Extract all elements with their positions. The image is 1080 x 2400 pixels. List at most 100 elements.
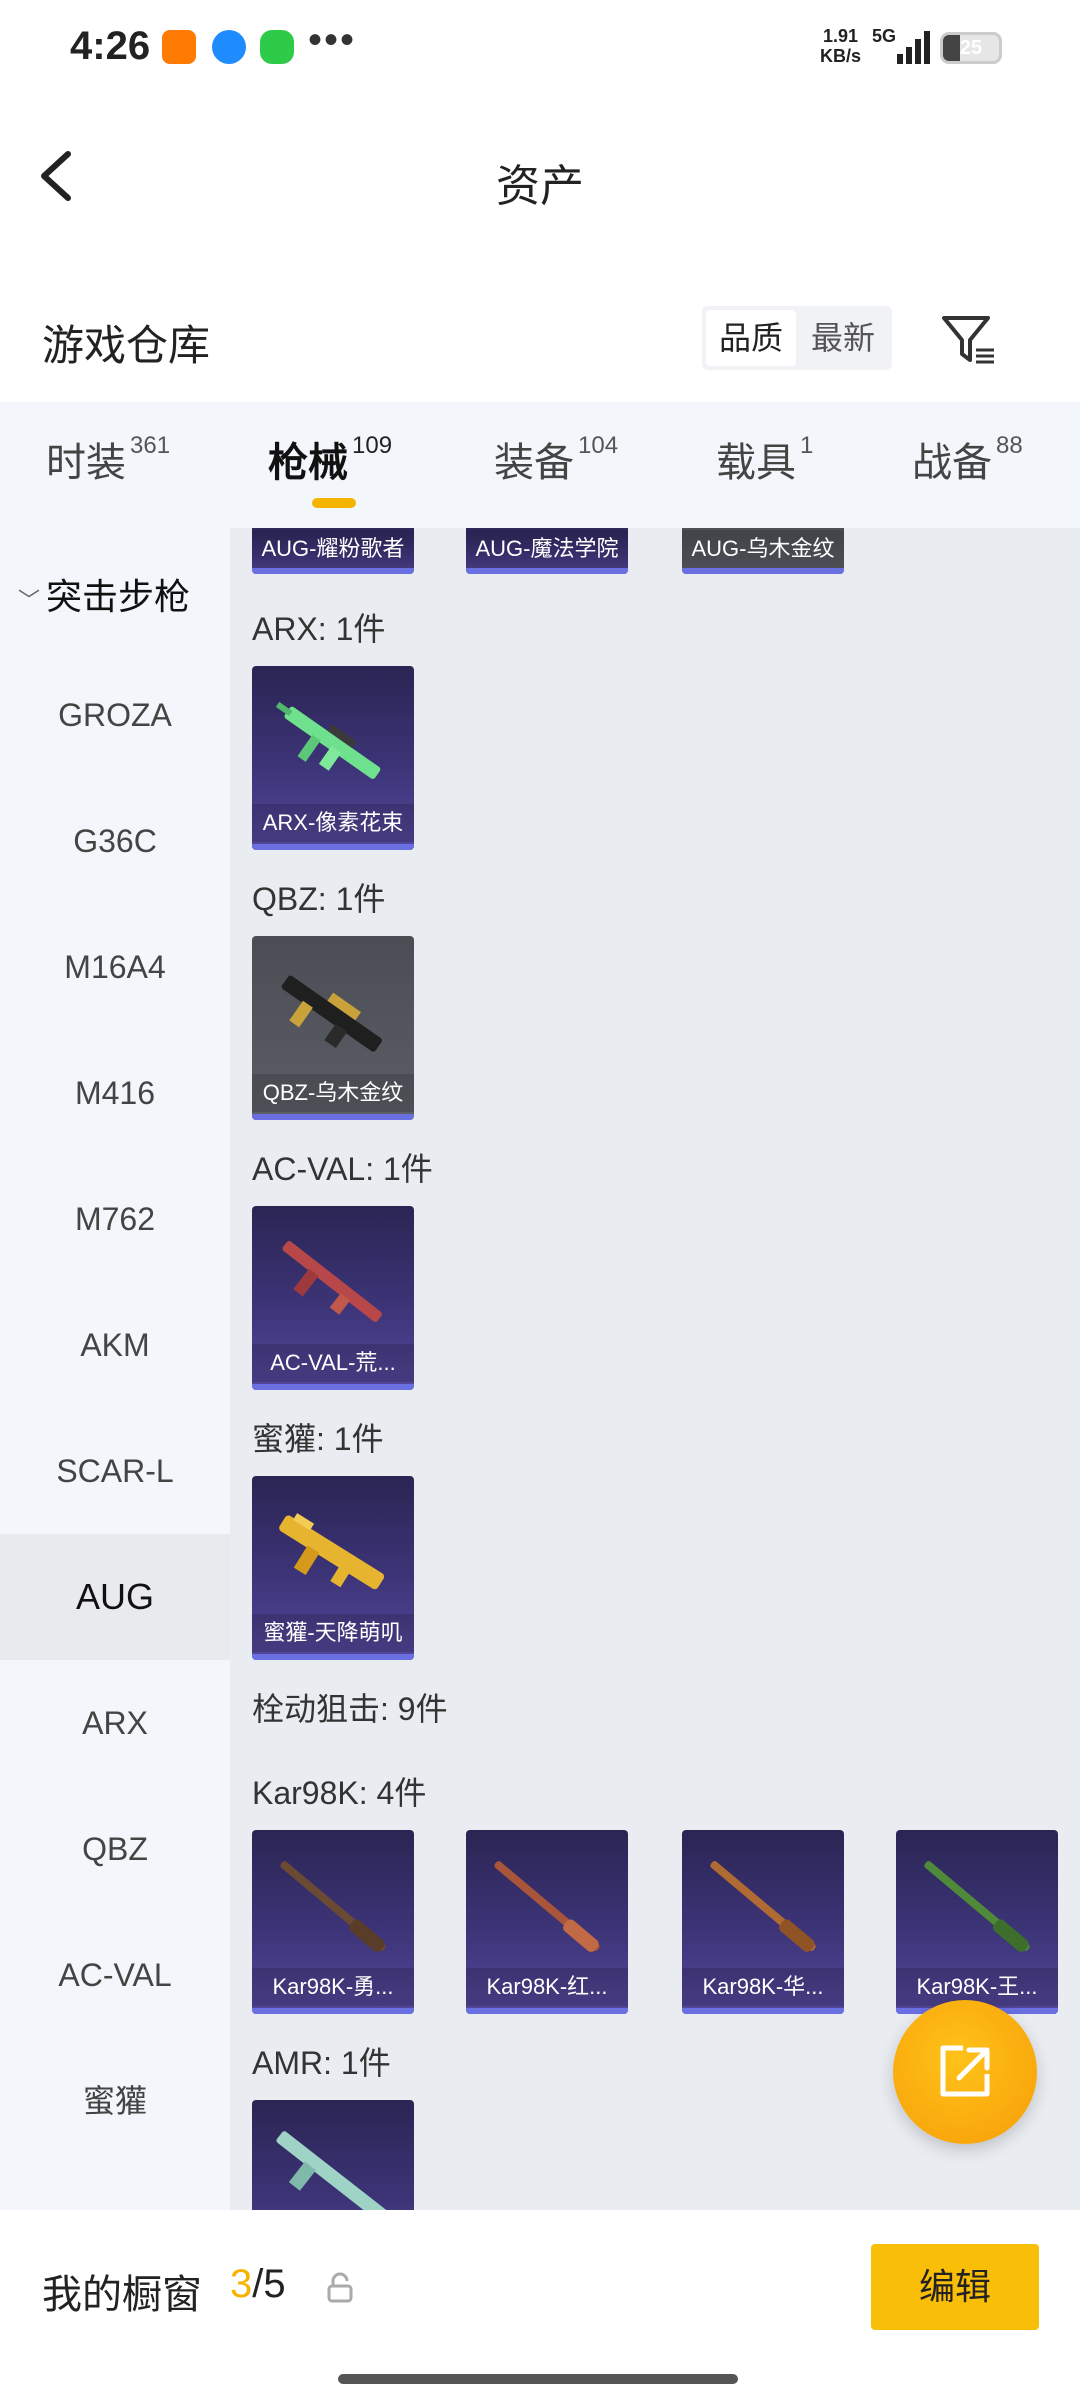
sidebar-item-m416[interactable]: M416	[0, 1030, 230, 1156]
battery-icon: 25	[940, 32, 1002, 64]
skin-name: Kar98K-勇...	[252, 1968, 414, 2006]
weapon-list: AUG-耀粉歌者 AUG-魔法学院 AUG-乌木金纹 ARX: 1件 ARX-像…	[230, 528, 1080, 2210]
skin-card[interactable]: QBZ-乌木金纹	[252, 936, 414, 1120]
rifle-image	[281, 975, 382, 1052]
group-label-honey-badger: 蜜獾: 1件	[252, 1421, 384, 1457]
share-button[interactable]	[893, 2000, 1037, 2144]
skin-card[interactable]: Kar98K-王...	[896, 1830, 1058, 2014]
network-type: 5G	[872, 26, 897, 46]
skin-card[interactable]: 蜜獾-天降萌叽	[252, 1476, 414, 1660]
tab-vehicles[interactable]: 载具 1	[716, 430, 813, 488]
showcase-label: 我的橱窗	[42, 2273, 202, 2317]
group-label-amr: AMR: 1件	[252, 2045, 391, 2081]
messages-app-icon	[260, 30, 294, 64]
browser-app-icon	[212, 30, 246, 64]
sidebar-item-g36c[interactable]: G36C	[0, 778, 230, 904]
tab-count: 361	[130, 432, 171, 459]
status-time: 4:26	[70, 24, 151, 68]
sidebar-item-qbz[interactable]: QBZ	[0, 1786, 230, 1912]
tab-label: 战备	[912, 441, 992, 485]
sidebar-item-groza[interactable]: GROZA	[0, 652, 230, 778]
rifle-image	[924, 1861, 1030, 1952]
skin-card[interactable]: AC-VAL-荒...	[252, 1206, 414, 1390]
skin-name: 蜜獾-天降萌叽	[252, 1614, 414, 1652]
net-speed-value: 1.91	[822, 26, 859, 46]
rifle-image	[276, 2131, 389, 2210]
sidebar-item-m16a4[interactable]: M16A4	[0, 904, 230, 1030]
skin-card[interactable]	[252, 2100, 414, 2210]
tab-count: 88	[996, 432, 1023, 459]
skin-name: Kar98K-红...	[466, 1968, 628, 2006]
sidebar-item-akm[interactable]: AKM	[0, 1282, 230, 1408]
nav-bar: 资产	[0, 110, 1080, 240]
tab-equipment[interactable]: 装备 104	[494, 430, 618, 488]
sidebar-item-aug[interactable]: AUG	[0, 1534, 230, 1660]
showcase-current: 3	[230, 2262, 253, 2306]
weapon-type-sidebar: ﹀ 突击步枪 GROZA G36C M16A4 M416 M762 AKM SCA…	[0, 528, 230, 2210]
rifle-image	[710, 1861, 816, 1952]
sidebar-item-scar-l[interactable]: SCAR-L	[0, 1408, 230, 1534]
sidebar-group-assault-rifles[interactable]: ﹀ 突击步枪	[18, 568, 190, 620]
sidebar-item-ac-val[interactable]: AC-VAL	[0, 1912, 230, 2038]
tab-count: 109	[352, 432, 393, 459]
chevron-down-icon: ﹀	[18, 588, 41, 614]
section-title: 游戏仓库	[42, 322, 211, 369]
share-icon	[940, 2045, 990, 2097]
skin-card[interactable]: AUG-耀粉歌者	[252, 528, 414, 574]
signal-icon	[897, 31, 930, 64]
group-label-qbz: QBZ: 1件	[252, 881, 386, 917]
skin-name: Kar98K-华...	[682, 1968, 844, 2006]
skin-card[interactable]: AUG-乌木金纹	[682, 528, 844, 574]
skin-name: AC-VAL-荒...	[252, 1344, 414, 1382]
skin-card[interactable]: Kar98K-华...	[682, 1830, 844, 2014]
group-label-ac-val: AC-VAL: 1件	[252, 1151, 433, 1187]
tab-count: 1	[800, 432, 814, 459]
tab-label: 载具	[716, 441, 796, 485]
rifle-image	[494, 1861, 600, 1952]
skin-name: AUG-乌木金纹	[682, 530, 844, 568]
category-tabs: 时装 361 枪械 109 装备 104 载具 1 战备 88	[0, 402, 1080, 528]
showcase-count: 3/5	[230, 2262, 286, 2307]
tab-count: 104	[578, 432, 619, 459]
home-indicator[interactable]	[338, 2374, 738, 2384]
tab-weapons[interactable]: 枪械 109	[268, 430, 392, 488]
section-header: 游戏仓库 品质 最新	[0, 290, 1080, 390]
net-speed-unit: KB/s	[820, 46, 862, 66]
sort-quality-button[interactable]: 品质	[706, 310, 796, 366]
lock-icon	[327, 2272, 353, 2303]
taobao-app-icon	[162, 30, 196, 64]
screen: 4:26 ••• 1.91 KB/s 5G 25 资产 游戏仓库 品质 最新 时…	[0, 0, 1080, 2400]
edit-button[interactable]: 编辑	[871, 2244, 1039, 2330]
showcase-bar: 我的橱窗 3/5 编辑	[0, 2210, 1080, 2400]
group-label-kar98k: Kar98K: 4件	[252, 1775, 427, 1811]
group-label-arx: ARX: 1件	[252, 611, 386, 647]
filter-icon[interactable]	[938, 310, 998, 370]
battery-level: 25	[959, 37, 983, 59]
showcase-total: /5	[252, 2262, 286, 2306]
rifle-image	[282, 1240, 382, 1322]
tab-label: 时装	[46, 441, 126, 485]
skin-name: QBZ-乌木金纹	[252, 1074, 414, 1112]
skin-name: AUG-魔法学院	[466, 530, 628, 568]
category-label-bolt-action: 栓动狙击: 9件	[252, 1691, 448, 1727]
sidebar-item-m762[interactable]: M762	[0, 1156, 230, 1282]
sidebar-item-arx[interactable]: ARX	[0, 1660, 230, 1786]
sort-newest-button[interactable]: 最新	[798, 310, 888, 366]
skin-card[interactable]: ARX-像素花束	[252, 666, 414, 850]
skin-card[interactable]: Kar98K-红...	[466, 1830, 628, 2014]
sort-toggle: 品质 最新	[702, 306, 892, 370]
page-title: 资产	[496, 162, 584, 211]
sidebar-group-label: 突击步枪	[46, 576, 191, 617]
status-bar: 4:26 ••• 1.91 KB/s 5G 25	[0, 0, 1080, 100]
tab-supplies[interactable]: 战备 88	[912, 430, 1023, 488]
tab-label: 枪械	[268, 441, 348, 485]
sidebar-item-honey-badger[interactable]: 蜜獾	[0, 2038, 230, 2164]
skin-name: ARX-像素花束	[252, 804, 414, 842]
tab-label: 装备	[494, 441, 574, 485]
skin-card[interactable]: AUG-魔法学院	[466, 528, 628, 574]
more-notifications-icon: •••	[308, 18, 357, 62]
tab-fashion[interactable]: 时装 361	[46, 430, 170, 488]
rifle-image	[279, 1513, 385, 1590]
skin-card[interactable]: Kar98K-勇...	[252, 1830, 414, 2014]
net-speed: 1.91 KB/s	[820, 26, 861, 66]
